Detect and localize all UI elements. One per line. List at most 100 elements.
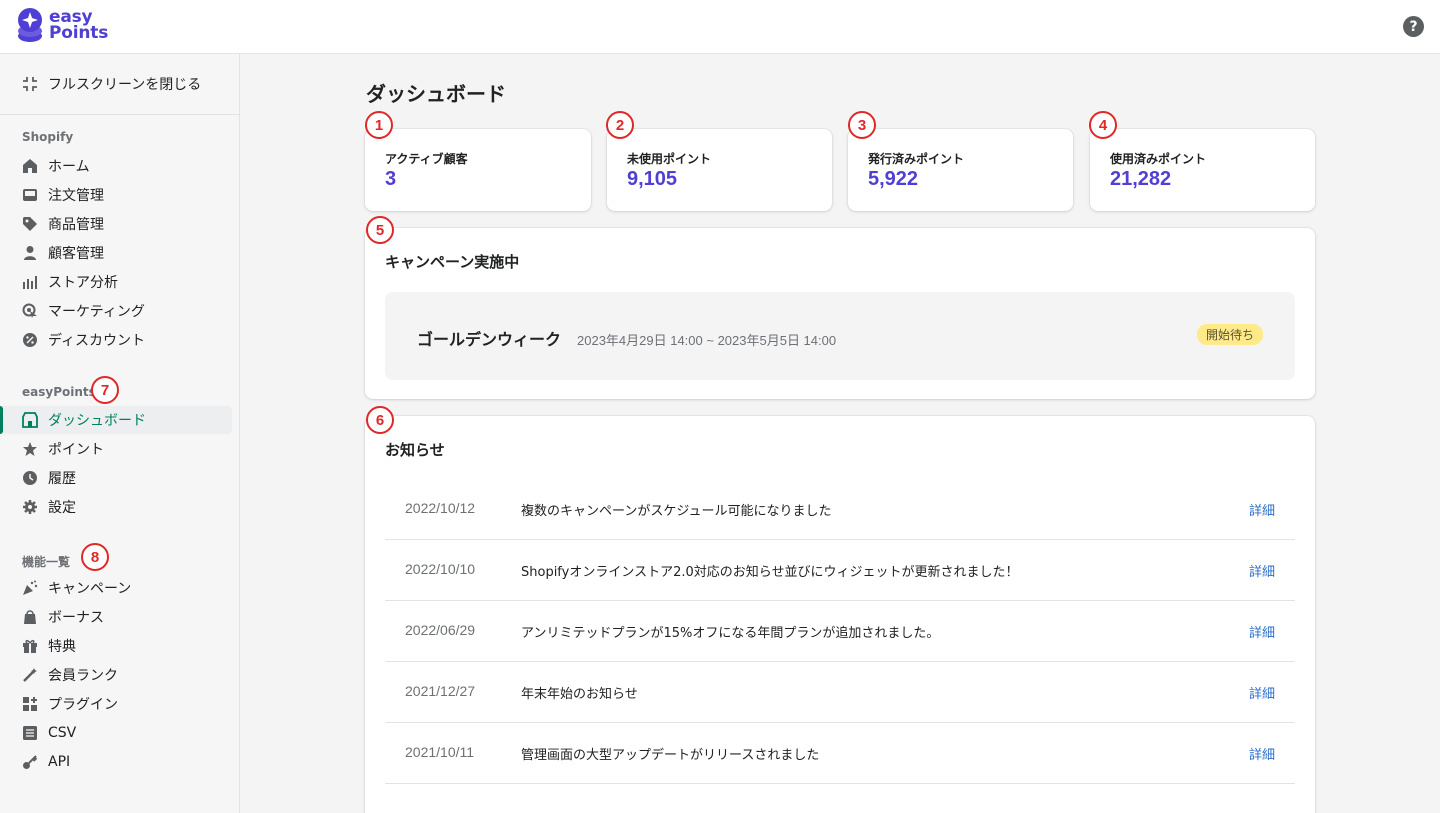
- sidebar-item-history[interactable]: 履歴: [0, 464, 232, 492]
- sidebar-item-bonus[interactable]: ボーナス: [0, 603, 232, 631]
- news-date: 2022/06/29: [405, 622, 476, 638]
- stat-card-used-points: 使用済みポイント 21,282: [1090, 129, 1315, 211]
- news-date: 2022/10/10: [405, 561, 476, 577]
- sidebar-item-label: 注文管理: [48, 188, 104, 204]
- stat-value: 5,922: [868, 168, 919, 190]
- annotation-marker-2: 2: [606, 111, 634, 139]
- sidebar-item-label: CSV: [48, 725, 77, 741]
- list-icon: [22, 725, 38, 741]
- sidebar-item-label: 設定: [48, 500, 76, 516]
- store-icon: [22, 412, 38, 428]
- annotation-marker-3: 3: [848, 111, 876, 139]
- tag-icon: [22, 216, 38, 232]
- stat-card-active-customers: アクティブ顧客 3: [365, 129, 591, 211]
- sidebar-item-label: ディスカウント: [48, 333, 146, 349]
- sidebar-item-home[interactable]: ホーム: [0, 152, 232, 180]
- sidebar-item-csv[interactable]: CSV: [0, 719, 232, 747]
- sidebar-item-campaign[interactable]: キャンペーン: [0, 574, 232, 602]
- sparkle-icon: [22, 580, 38, 596]
- sidebar-item-points[interactable]: ポイント: [0, 435, 232, 463]
- exit-fullscreen-button[interactable]: フルスクリーンを閉じる: [22, 74, 201, 94]
- news-detail-link[interactable]: 詳細: [1249, 622, 1275, 641]
- annotation-marker-1: 1: [365, 111, 393, 139]
- bag-icon: [22, 609, 38, 625]
- star-icon: [22, 441, 38, 457]
- annotation-marker-5: 5: [366, 216, 394, 244]
- stat-value: 9,105: [627, 168, 678, 190]
- sidebar-item-label: 顧客管理: [48, 246, 104, 262]
- exit-fullscreen-label: フルスクリーンを閉じる: [48, 77, 202, 93]
- news-date: 2022/10/12: [405, 500, 476, 516]
- sidebar-item-label: プラグイン: [48, 697, 118, 713]
- news-card: お知らせ 2022/10/12 複数のキャンペーンがスケジュール可能になりました…: [365, 416, 1315, 813]
- news-row: 2022/10/12 複数のキャンペーンがスケジュール可能になりました 詳細: [385, 479, 1295, 540]
- annotation-marker-7: 7: [91, 376, 119, 404]
- app-logo[interactable]: easy Points: [16, 6, 108, 44]
- inbox-icon: [22, 187, 38, 203]
- person-icon: [22, 245, 38, 261]
- logo-line2: Points: [49, 23, 109, 43]
- campaign-period: 2023年4月29日 14:00 ~ 2023年5月5日 14:00: [577, 333, 837, 348]
- sidebar-item-rewards[interactable]: 特典: [0, 632, 232, 660]
- news-detail-link[interactable]: 詳細: [1249, 744, 1275, 763]
- collapse-icon: [22, 76, 38, 92]
- sidebar-item-label: 特典: [48, 639, 76, 655]
- sidebar-item-label: マーケティング: [48, 304, 145, 320]
- section-title-easypoints: easyPoints: [22, 385, 96, 399]
- sidebar-item-label: 商品管理: [48, 217, 104, 233]
- sidebar-item-dashboard[interactable]: ダッシュボード: [0, 406, 232, 434]
- stat-card-issued-points: 発行済みポイント 5,922: [848, 129, 1073, 211]
- sidebar-item-products[interactable]: 商品管理: [0, 210, 232, 238]
- news-text: 管理画面の大型アップデートがリリースされました: [521, 748, 820, 763]
- gift-icon: [22, 638, 38, 654]
- campaign-item[interactable]: ゴールデンウィーク 2023年4月29日 14:00 ~ 2023年5月5日 1…: [385, 292, 1295, 380]
- news-text: Shopifyオンラインストア2.0対応のお知らせ並びにウィジェットが更新されま…: [521, 565, 1019, 580]
- news-detail-link[interactable]: 詳細: [1249, 561, 1275, 580]
- help-icon[interactable]: ?: [1403, 16, 1424, 37]
- apps-icon: [22, 696, 38, 712]
- sidebar-item-plugins[interactable]: プラグイン: [0, 690, 232, 718]
- logo-text: easy Points: [49, 9, 109, 43]
- campaign-card: キャンペーン実施中 ゴールデンウィーク 2023年4月29日 14:00 ~ 2…: [365, 228, 1315, 399]
- stat-card-unused-points: 未使用ポイント 9,105: [607, 129, 832, 211]
- news-section-title: お知らせ: [385, 441, 445, 459]
- sidebar: フルスクリーンを閉じる Shopify ホーム 注文管理 商品管理 顧客管理 ス…: [0, 54, 240, 813]
- sidebar-item-analytics[interactable]: ストア分析: [0, 268, 232, 296]
- news-detail-link[interactable]: 詳細: [1249, 683, 1275, 702]
- news-text: 年末年始のお知らせ: [521, 687, 638, 702]
- stat-label: アクティブ顧客: [385, 152, 468, 166]
- news-date: 2021/12/27: [405, 683, 476, 699]
- section-title-features: 機能一覧: [22, 555, 71, 569]
- sidebar-item-label: ポイント: [48, 442, 104, 458]
- stat-value: 21,282: [1110, 168, 1172, 190]
- news-row: 2021/12/27 年末年始のお知らせ 詳細: [385, 662, 1295, 723]
- top-bar: easy Points ?: [0, 0, 1440, 54]
- sidebar-item-marketing[interactable]: マーケティング: [0, 297, 232, 325]
- news-date: 2021/10/11: [405, 744, 475, 760]
- sidebar-item-label: ストア分析: [48, 275, 118, 291]
- stat-label: 発行済みポイント: [868, 152, 965, 166]
- sidebar-item-api[interactable]: API: [0, 748, 232, 776]
- news-row: 2022/10/10 Shopifyオンラインストア2.0対応のお知らせ並びにウ…: [385, 540, 1295, 601]
- news-text: 複数のキャンペーンがスケジュール可能になりました: [521, 504, 832, 519]
- news-row: 2022/06/29 アンリミテッドプランが15%オフになる年間プランが追加され…: [385, 601, 1295, 662]
- sidebar-item-label: ダッシュボード: [48, 413, 146, 429]
- page-title: ダッシュボード: [366, 82, 506, 106]
- sidebar-item-settings[interactable]: 設定: [0, 493, 232, 521]
- sidebar-item-label: ボーナス: [48, 610, 104, 626]
- sidebar-item-member-rank[interactable]: 会員ランク: [0, 661, 232, 689]
- sidebar-item-customers[interactable]: 顧客管理: [0, 239, 232, 267]
- sidebar-item-orders[interactable]: 注文管理: [0, 181, 232, 209]
- key-icon: [22, 754, 38, 770]
- news-detail-link[interactable]: 詳細: [1249, 500, 1275, 519]
- bar-chart-icon: [22, 274, 38, 290]
- sidebar-item-discounts[interactable]: ディスカウント: [0, 326, 232, 354]
- stat-label: 使用済みポイント: [1110, 152, 1207, 166]
- magic-wand-icon: [22, 667, 38, 683]
- sidebar-item-label: 会員ランク: [48, 668, 118, 684]
- discount-icon: [22, 332, 38, 348]
- sidebar-item-label: ホーム: [48, 159, 90, 175]
- annotation-marker-6: 6: [366, 406, 394, 434]
- clock-icon: [22, 470, 38, 486]
- home-icon: [22, 158, 38, 174]
